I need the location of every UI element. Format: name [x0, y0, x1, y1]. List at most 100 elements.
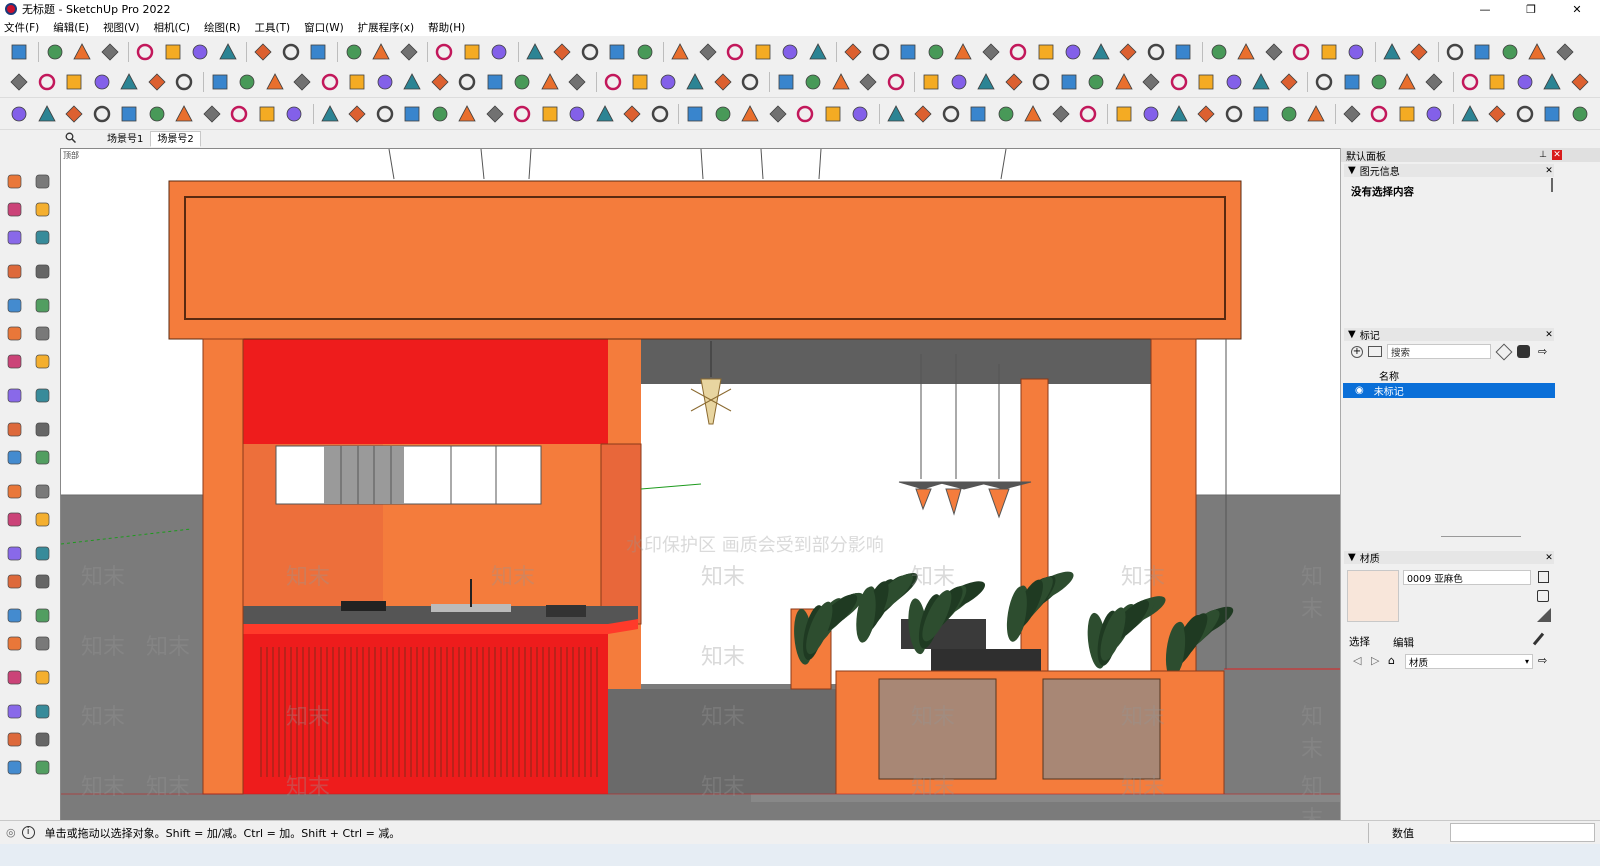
- toolbar-tool-icon[interactable]: [1050, 103, 1072, 125]
- toolbar-tool-icon[interactable]: [739, 103, 761, 125]
- toolbar-tool-icon[interactable]: [91, 71, 113, 93]
- tool-palette-icon[interactable]: [32, 728, 56, 752]
- toolbar-tool-icon[interactable]: [433, 41, 455, 63]
- toolbar-tool-icon[interactable]: [511, 103, 533, 125]
- toolbar-tool-icon[interactable]: [1223, 71, 1245, 93]
- toolbar-tool-icon[interactable]: [201, 103, 223, 125]
- toolbar-tool-icon[interactable]: [1381, 41, 1403, 63]
- toolbar-tool-icon[interactable]: [980, 41, 1002, 63]
- toolbar-tool-icon[interactable]: [217, 41, 239, 63]
- toolbar-tool-icon[interactable]: [1085, 71, 1107, 93]
- toolbar-tool-icon[interactable]: [283, 103, 305, 125]
- toolbar-tool-icon[interactable]: [1368, 103, 1390, 125]
- toolbar-tool-icon[interactable]: [1396, 71, 1418, 93]
- tool-palette-icon[interactable]: [4, 418, 28, 442]
- toolbar-tool-icon[interactable]: [307, 41, 329, 63]
- toolbar-tool-icon[interactable]: [602, 71, 624, 93]
- eye-icon[interactable]: ◉: [1355, 385, 1364, 396]
- info-icon[interactable]: i: [21, 826, 35, 839]
- toolbar-tool-icon[interactable]: [374, 103, 396, 125]
- toolbar-tool-icon[interactable]: [91, 103, 113, 125]
- pin-icon[interactable]: ⊥: [1538, 150, 1548, 160]
- toolbar-tool-icon[interactable]: [1341, 103, 1363, 125]
- toolbar-tool-icon[interactable]: [1250, 71, 1272, 93]
- toolbar-tool-icon[interactable]: [401, 71, 423, 93]
- toolbar-tool-icon[interactable]: [712, 71, 734, 93]
- menu-tools[interactable]: 工具(T): [254, 20, 290, 35]
- toolbar-tool-icon[interactable]: [346, 71, 368, 93]
- toolbar-tool-icon[interactable]: [1408, 41, 1430, 63]
- toolbar-tool-icon[interactable]: [1569, 103, 1591, 125]
- toolbar-tool-icon[interactable]: [118, 103, 140, 125]
- tool-palette-icon[interactable]: [32, 198, 56, 222]
- menu-extensions[interactable]: 扩展程序(x): [358, 20, 414, 35]
- toolbar-tool-icon[interactable]: [1140, 103, 1162, 125]
- tool-palette-icon[interactable]: [32, 384, 56, 408]
- scene-tab-2[interactable]: 场景号2: [150, 130, 201, 147]
- toolbar-tool-icon[interactable]: [952, 41, 974, 63]
- tool-palette-icon[interactable]: [4, 756, 28, 780]
- toolbar-tool-icon[interactable]: [1341, 71, 1363, 93]
- tool-palette-icon[interactable]: [4, 604, 28, 628]
- toolbar-tool-icon[interactable]: [1541, 103, 1563, 125]
- panel-scrollbar[interactable]: [1551, 178, 1553, 192]
- toolbar-tool-icon[interactable]: [429, 103, 451, 125]
- toolbar-tool-icon[interactable]: [36, 71, 58, 93]
- toolbar-tool-icon[interactable]: [1035, 41, 1057, 63]
- materials-close-icon[interactable]: ✕: [1544, 553, 1554, 563]
- toolbar-tool-icon[interactable]: [621, 103, 643, 125]
- tool-palette-icon[interactable]: [4, 480, 28, 504]
- toolbar-tool-icon[interactable]: [524, 41, 546, 63]
- toolbar-tool-icon[interactable]: [1077, 103, 1099, 125]
- tool-palette-icon[interactable]: [32, 480, 56, 504]
- tool-palette-icon[interactable]: [32, 170, 56, 194]
- menu-window[interactable]: 窗口(W): [304, 20, 344, 35]
- toolbar-tool-icon[interactable]: [1003, 71, 1025, 93]
- tag-search-box[interactable]: 搜索: [1387, 344, 1491, 359]
- toolbar-tool-icon[interactable]: [634, 41, 656, 63]
- measurements-input[interactable]: [1450, 823, 1595, 842]
- toolbar-tool-icon[interactable]: [1486, 71, 1508, 93]
- geolocation-icon[interactable]: ◎: [6, 826, 16, 839]
- tool-palette-icon[interactable]: [4, 322, 28, 346]
- toolbar-tool-icon[interactable]: [539, 103, 561, 125]
- menu-help[interactable]: 帮助(H): [428, 20, 465, 35]
- menu-edit[interactable]: 编辑(E): [53, 20, 89, 35]
- toolbar-tool-icon[interactable]: [712, 103, 734, 125]
- toolbar-tool-icon[interactable]: [1313, 71, 1335, 93]
- toolbar-tool-icon[interactable]: [767, 103, 789, 125]
- toolbar-tool-icon[interactable]: [649, 103, 671, 125]
- toolbar-tool-icon[interactable]: [724, 41, 746, 63]
- material-name-field[interactable]: 0009 亚麻色: [1403, 570, 1531, 585]
- toolbar-tool-icon[interactable]: [162, 41, 184, 63]
- toolbar-tool-icon[interactable]: [1113, 103, 1135, 125]
- toolbar-tool-icon[interactable]: [1459, 103, 1481, 125]
- tool-palette-icon[interactable]: [4, 446, 28, 470]
- toolbar-tool-icon[interactable]: [551, 41, 573, 63]
- toolbar-tool-icon[interactable]: [8, 71, 30, 93]
- toolbar-tool-icon[interactable]: [920, 71, 942, 93]
- toolbar-tool-icon[interactable]: [739, 71, 761, 93]
- toolbar-tool-icon[interactable]: [173, 71, 195, 93]
- tool-palette-icon[interactable]: [32, 350, 56, 374]
- toolbar-tool-icon[interactable]: [256, 103, 278, 125]
- toolbar-tool-icon[interactable]: [1022, 103, 1044, 125]
- toolbar-tool-icon[interactable]: [511, 71, 533, 93]
- tool-palette-icon[interactable]: [32, 226, 56, 250]
- tool-palette-icon[interactable]: [32, 604, 56, 628]
- toolbar-tool-icon[interactable]: [1278, 71, 1300, 93]
- toolbar-tool-icon[interactable]: [429, 71, 451, 93]
- toolbar-tool-icon[interactable]: [684, 71, 706, 93]
- tool-palette-icon[interactable]: [4, 700, 28, 724]
- toolbar-tool-icon[interactable]: [1554, 41, 1576, 63]
- materials-header[interactable]: ▼ 材质: [1344, 551, 1554, 565]
- toolbar-tool-icon[interactable]: [291, 71, 313, 93]
- toolbar-tool-icon[interactable]: [1514, 71, 1536, 93]
- toolbar-tool-icon[interactable]: [1318, 41, 1340, 63]
- toolbar-tool-icon[interactable]: [579, 41, 601, 63]
- toolbar-tool-icon[interactable]: [1368, 71, 1390, 93]
- toolbar-tool-icon[interactable]: [99, 41, 121, 63]
- toolbar-tool-icon[interactable]: [401, 103, 423, 125]
- back-arrow-icon[interactable]: ◁: [1353, 654, 1361, 667]
- toolbar-tool-icon[interactable]: [1195, 71, 1217, 93]
